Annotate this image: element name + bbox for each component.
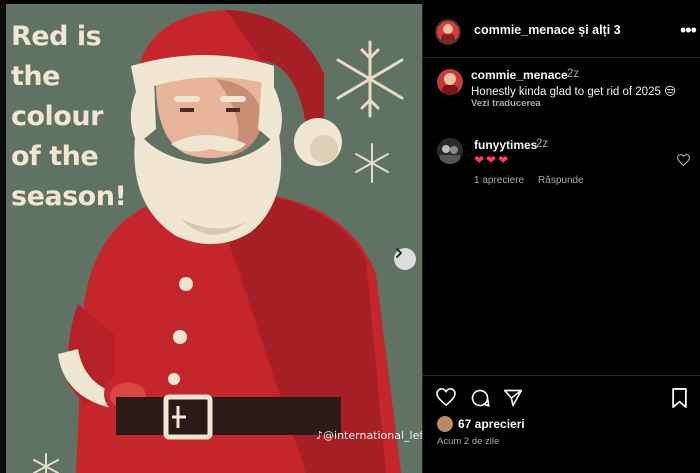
tiktok-icon: ♪ [316,429,324,442]
heart-outline-icon [676,154,691,167]
comment-username[interactable]: commie_menace [471,68,568,82]
post-authors[interactable]: commie_menace și alți 3 [474,23,621,37]
post-image[interactable]: Red is the colour of the season! ♪@inter… [6,4,422,473]
see-translation-link[interactable]: Vezi traducerea [471,98,541,109]
poster-line-4: of the [11,141,99,172]
send-icon [503,389,523,407]
comment-button[interactable] [470,388,490,413]
poster-line-5: season! [11,181,127,212]
next-image-button[interactable] [394,248,416,270]
watermark-text: @international_leftis [323,429,422,442]
comment-avatar[interactable] [437,69,463,95]
poster-line-1: Red is [11,21,102,52]
coauthors-label[interactable]: și alți 3 [575,23,620,37]
poster-line-2: the [11,61,60,92]
post-timestamp: Acum 2 de zile [437,436,500,447]
heart-icon [436,387,456,407]
poster-caption: Red is the colour of the season! [11,17,127,217]
more-icon[interactable]: ••• [680,20,697,41]
comment-likes-count[interactable]: 1 apreciere [474,175,524,186]
comment-avatar[interactable] [437,138,463,164]
save-button[interactable] [671,388,688,413]
comment-meta: 1 apreciere Răspunde [474,175,598,186]
poster-line-3: colour [11,101,103,132]
comment-time: 2z [567,68,580,80]
comment-username[interactable]: funyytimes [474,138,537,152]
chevron-right-icon [396,248,402,258]
comment-icon [471,389,490,407]
post-sidebar: commie_menace și alți 3 ••• commie_menac… [422,0,700,473]
post-header: commie_menace și alți 3 ••• [423,0,700,58]
comment-time: 2z [536,138,549,150]
comment-text: Honestly kinda glad to get rid of 2025 😒 [471,86,677,98]
comment-like-button[interactable] [676,153,691,171]
like-button[interactable] [436,387,456,411]
likes-count[interactable]: 67 aprecieri [458,417,525,431]
reply-button[interactable]: Răspunde [538,175,584,186]
liker-avatar[interactable] [437,416,453,432]
tiktok-watermark: ♪@international_leftis [316,429,422,442]
share-button[interactable] [503,388,523,413]
comment-text: ❤❤❤ [474,153,511,167]
author-avatar[interactable] [435,19,461,45]
author-username[interactable]: commie_menace [474,23,575,37]
bookmark-icon [672,388,687,408]
